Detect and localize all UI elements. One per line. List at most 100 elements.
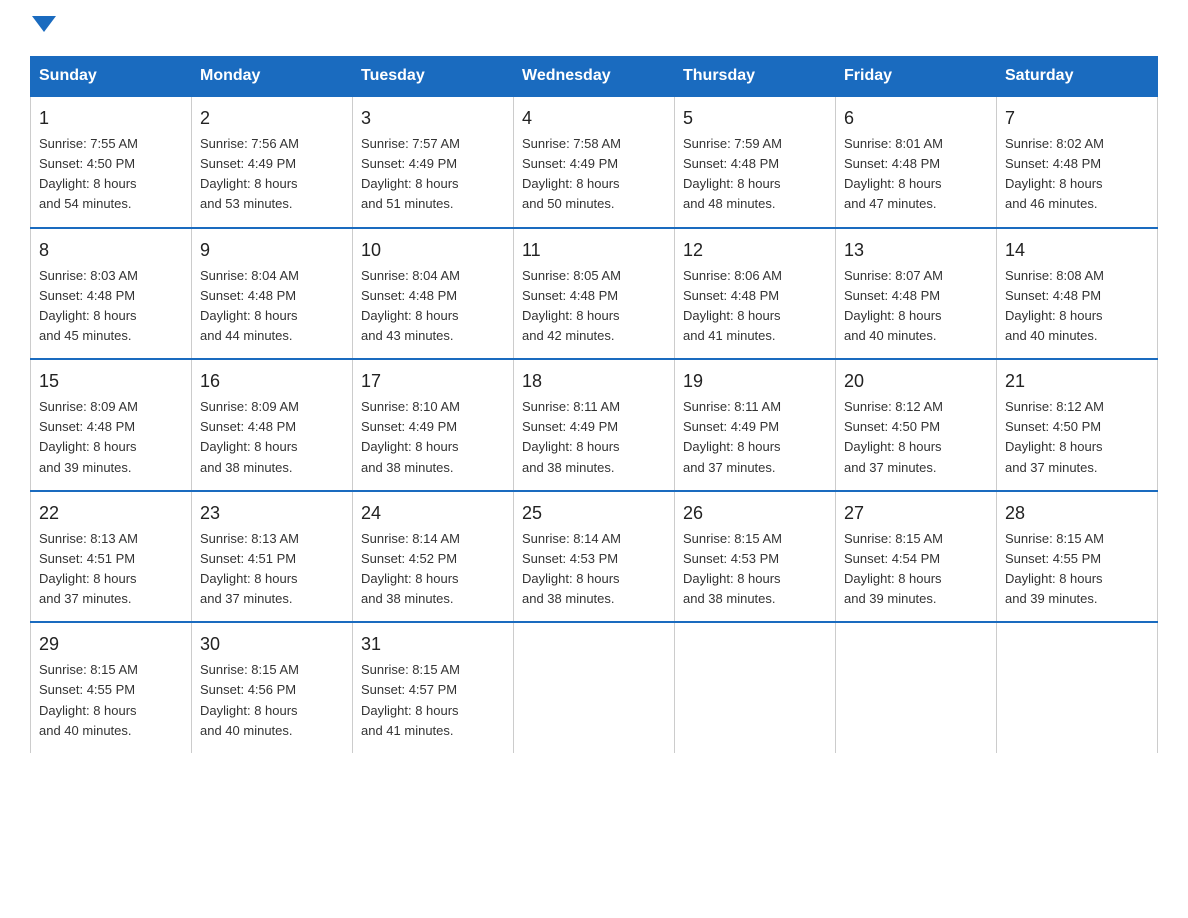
day-number: 19	[683, 368, 827, 395]
day-number: 11	[522, 237, 666, 264]
day-info: Sunrise: 8:11 AMSunset: 4:49 PMDaylight:…	[522, 397, 666, 478]
day-number: 29	[39, 631, 183, 658]
calendar-cell: 12Sunrise: 8:06 AMSunset: 4:48 PMDayligh…	[675, 228, 836, 360]
day-number: 14	[1005, 237, 1149, 264]
calendar-header-row: SundayMondayTuesdayWednesdayThursdayFrid…	[31, 57, 1158, 97]
calendar-cell: 9Sunrise: 8:04 AMSunset: 4:48 PMDaylight…	[192, 228, 353, 360]
week-row-1: 1Sunrise: 7:55 AMSunset: 4:50 PMDaylight…	[31, 96, 1158, 228]
day-info: Sunrise: 8:15 AMSunset: 4:55 PMDaylight:…	[1005, 529, 1149, 610]
day-info: Sunrise: 7:56 AMSunset: 4:49 PMDaylight:…	[200, 134, 344, 215]
calendar-cell: 25Sunrise: 8:14 AMSunset: 4:53 PMDayligh…	[514, 491, 675, 623]
day-number: 18	[522, 368, 666, 395]
calendar-cell: 21Sunrise: 8:12 AMSunset: 4:50 PMDayligh…	[997, 359, 1158, 491]
day-info: Sunrise: 8:09 AMSunset: 4:48 PMDaylight:…	[200, 397, 344, 478]
day-info: Sunrise: 8:07 AMSunset: 4:48 PMDaylight:…	[844, 266, 988, 347]
calendar-cell: 6Sunrise: 8:01 AMSunset: 4:48 PMDaylight…	[836, 96, 997, 228]
calendar-cell: 24Sunrise: 8:14 AMSunset: 4:52 PMDayligh…	[353, 491, 514, 623]
day-info: Sunrise: 8:06 AMSunset: 4:48 PMDaylight:…	[683, 266, 827, 347]
day-info: Sunrise: 8:14 AMSunset: 4:53 PMDaylight:…	[522, 529, 666, 610]
calendar-cell: 8Sunrise: 8:03 AMSunset: 4:48 PMDaylight…	[31, 228, 192, 360]
col-header-thursday: Thursday	[675, 57, 836, 97]
day-number: 1	[39, 105, 183, 132]
col-header-tuesday: Tuesday	[353, 57, 514, 97]
day-info: Sunrise: 8:05 AMSunset: 4:48 PMDaylight:…	[522, 266, 666, 347]
calendar-cell: 30Sunrise: 8:15 AMSunset: 4:56 PMDayligh…	[192, 622, 353, 753]
day-number: 16	[200, 368, 344, 395]
day-number: 26	[683, 500, 827, 527]
logo[interactable]	[30, 20, 56, 36]
calendar-cell	[997, 622, 1158, 753]
calendar-cell: 5Sunrise: 7:59 AMSunset: 4:48 PMDaylight…	[675, 96, 836, 228]
calendar-cell: 3Sunrise: 7:57 AMSunset: 4:49 PMDaylight…	[353, 96, 514, 228]
calendar-cell: 11Sunrise: 8:05 AMSunset: 4:48 PMDayligh…	[514, 228, 675, 360]
day-info: Sunrise: 8:04 AMSunset: 4:48 PMDaylight:…	[361, 266, 505, 347]
calendar-cell: 1Sunrise: 7:55 AMSunset: 4:50 PMDaylight…	[31, 96, 192, 228]
calendar-cell: 22Sunrise: 8:13 AMSunset: 4:51 PMDayligh…	[31, 491, 192, 623]
calendar-cell: 15Sunrise: 8:09 AMSunset: 4:48 PMDayligh…	[31, 359, 192, 491]
day-info: Sunrise: 8:09 AMSunset: 4:48 PMDaylight:…	[39, 397, 183, 478]
day-number: 5	[683, 105, 827, 132]
calendar-cell: 10Sunrise: 8:04 AMSunset: 4:48 PMDayligh…	[353, 228, 514, 360]
day-info: Sunrise: 8:13 AMSunset: 4:51 PMDaylight:…	[200, 529, 344, 610]
col-header-friday: Friday	[836, 57, 997, 97]
day-number: 4	[522, 105, 666, 132]
day-info: Sunrise: 8:15 AMSunset: 4:55 PMDaylight:…	[39, 660, 183, 741]
col-header-sunday: Sunday	[31, 57, 192, 97]
day-number: 9	[200, 237, 344, 264]
day-info: Sunrise: 8:14 AMSunset: 4:52 PMDaylight:…	[361, 529, 505, 610]
day-info: Sunrise: 8:12 AMSunset: 4:50 PMDaylight:…	[844, 397, 988, 478]
calendar-cell: 19Sunrise: 8:11 AMSunset: 4:49 PMDayligh…	[675, 359, 836, 491]
day-number: 28	[1005, 500, 1149, 527]
col-header-wednesday: Wednesday	[514, 57, 675, 97]
day-number: 7	[1005, 105, 1149, 132]
calendar-cell: 4Sunrise: 7:58 AMSunset: 4:49 PMDaylight…	[514, 96, 675, 228]
day-number: 12	[683, 237, 827, 264]
day-number: 31	[361, 631, 505, 658]
day-info: Sunrise: 8:13 AMSunset: 4:51 PMDaylight:…	[39, 529, 183, 610]
day-info: Sunrise: 8:10 AMSunset: 4:49 PMDaylight:…	[361, 397, 505, 478]
calendar-cell	[675, 622, 836, 753]
day-number: 8	[39, 237, 183, 264]
day-info: Sunrise: 8:01 AMSunset: 4:48 PMDaylight:…	[844, 134, 988, 215]
day-number: 30	[200, 631, 344, 658]
week-row-3: 15Sunrise: 8:09 AMSunset: 4:48 PMDayligh…	[31, 359, 1158, 491]
day-info: Sunrise: 8:04 AMSunset: 4:48 PMDaylight:…	[200, 266, 344, 347]
day-info: Sunrise: 8:08 AMSunset: 4:48 PMDaylight:…	[1005, 266, 1149, 347]
calendar-cell: 14Sunrise: 8:08 AMSunset: 4:48 PMDayligh…	[997, 228, 1158, 360]
day-info: Sunrise: 7:59 AMSunset: 4:48 PMDaylight:…	[683, 134, 827, 215]
calendar-cell: 2Sunrise: 7:56 AMSunset: 4:49 PMDaylight…	[192, 96, 353, 228]
day-info: Sunrise: 8:12 AMSunset: 4:50 PMDaylight:…	[1005, 397, 1149, 478]
week-row-5: 29Sunrise: 8:15 AMSunset: 4:55 PMDayligh…	[31, 622, 1158, 753]
day-info: Sunrise: 8:15 AMSunset: 4:57 PMDaylight:…	[361, 660, 505, 741]
day-info: Sunrise: 8:15 AMSunset: 4:53 PMDaylight:…	[683, 529, 827, 610]
day-info: Sunrise: 8:15 AMSunset: 4:56 PMDaylight:…	[200, 660, 344, 741]
day-number: 2	[200, 105, 344, 132]
day-number: 21	[1005, 368, 1149, 395]
day-info: Sunrise: 8:03 AMSunset: 4:48 PMDaylight:…	[39, 266, 183, 347]
day-number: 25	[522, 500, 666, 527]
calendar-cell: 7Sunrise: 8:02 AMSunset: 4:48 PMDaylight…	[997, 96, 1158, 228]
day-number: 22	[39, 500, 183, 527]
day-number: 23	[200, 500, 344, 527]
day-number: 13	[844, 237, 988, 264]
week-row-4: 22Sunrise: 8:13 AMSunset: 4:51 PMDayligh…	[31, 491, 1158, 623]
day-info: Sunrise: 7:58 AMSunset: 4:49 PMDaylight:…	[522, 134, 666, 215]
calendar-cell: 23Sunrise: 8:13 AMSunset: 4:51 PMDayligh…	[192, 491, 353, 623]
page-header	[30, 20, 1158, 36]
calendar-cell: 26Sunrise: 8:15 AMSunset: 4:53 PMDayligh…	[675, 491, 836, 623]
calendar-cell: 27Sunrise: 8:15 AMSunset: 4:54 PMDayligh…	[836, 491, 997, 623]
logo-arrow-icon	[32, 16, 56, 32]
day-number: 24	[361, 500, 505, 527]
calendar-cell: 18Sunrise: 8:11 AMSunset: 4:49 PMDayligh…	[514, 359, 675, 491]
calendar-cell: 29Sunrise: 8:15 AMSunset: 4:55 PMDayligh…	[31, 622, 192, 753]
day-info: Sunrise: 7:57 AMSunset: 4:49 PMDaylight:…	[361, 134, 505, 215]
calendar-cell: 31Sunrise: 8:15 AMSunset: 4:57 PMDayligh…	[353, 622, 514, 753]
day-info: Sunrise: 8:11 AMSunset: 4:49 PMDaylight:…	[683, 397, 827, 478]
day-number: 15	[39, 368, 183, 395]
week-row-2: 8Sunrise: 8:03 AMSunset: 4:48 PMDaylight…	[31, 228, 1158, 360]
day-number: 10	[361, 237, 505, 264]
day-info: Sunrise: 7:55 AMSunset: 4:50 PMDaylight:…	[39, 134, 183, 215]
day-number: 6	[844, 105, 988, 132]
calendar-cell: 20Sunrise: 8:12 AMSunset: 4:50 PMDayligh…	[836, 359, 997, 491]
day-number: 3	[361, 105, 505, 132]
